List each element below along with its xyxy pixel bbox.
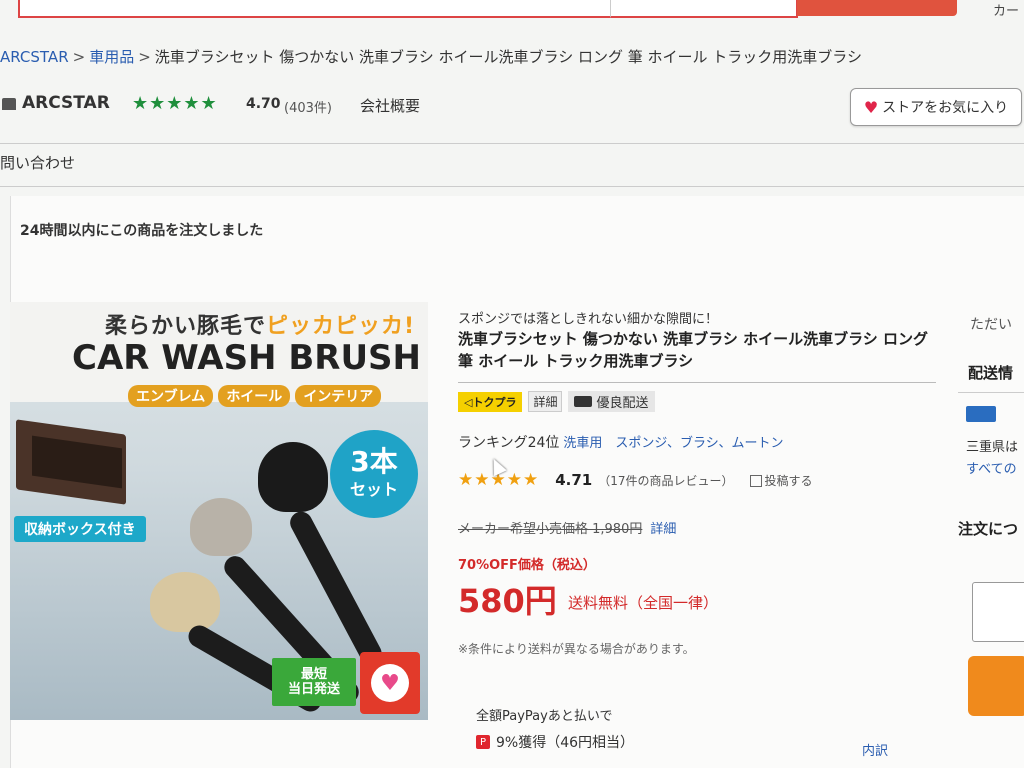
paypay-reward-text: 9%獲得（46円相当） — [496, 735, 635, 751]
feature-tag: エンブレム — [128, 385, 214, 407]
product-rating: ★★★★★ 4.71 （17件の商品レビュー） 投稿する — [458, 470, 813, 490]
shipping-info: 送料無料（全国一律） — [568, 594, 719, 612]
feature-tag: インテリア — [295, 385, 382, 407]
cart-link[interactable]: カー — [993, 0, 1019, 19]
tokupura-badge[interactable]: ◁トクプラ — [458, 391, 523, 412]
paypay-label: 全額PayPayあと払いで — [476, 709, 613, 724]
search-input[interactable] — [18, 0, 612, 18]
catch-copy: スポンジでは落としきれない細かな隙間に！ — [458, 312, 719, 327]
same-day-shipping-badge: 最短 当日発送 — [272, 658, 356, 706]
tagline-text: 柔らかい豚毛で — [105, 314, 267, 339]
badge-row: ◁トクプラ 詳細 優良配送 — [458, 391, 655, 412]
breadcrumb-category[interactable]: 車用品 — [89, 48, 134, 66]
shipping-note: ※条件により送料が異なる場合があります。 — [458, 642, 695, 656]
tagline-accent: ピッカピッカ! — [266, 314, 416, 339]
feature-tags: エンブレム ホイール インテリア — [128, 385, 382, 407]
price: 580円 — [458, 582, 557, 620]
list-price-detail-link[interactable]: 詳細 — [650, 522, 676, 537]
brush-bristle-gray — [190, 498, 252, 556]
image-title: CAR WASH BRUSH — [72, 338, 421, 378]
paypay-reward: P 9%獲得（46円相当） — [476, 732, 634, 752]
list-price: メーカー希望小売価格 1,980円 詳細 — [458, 518, 676, 537]
breadcrumb-separator: > — [72, 48, 86, 66]
breadcrumb-separator: > — [138, 48, 151, 66]
set-count: 3本 — [350, 445, 398, 478]
delivery-region: 三重県は — [966, 440, 1019, 455]
ship-badge-line2: 当日発送 — [287, 682, 340, 697]
truck-icon — [574, 396, 593, 407]
divider — [458, 382, 936, 383]
company-info-link[interactable]: 会社概要 — [360, 95, 420, 116]
store-bar: ARCSTAR ★★★★★ 4.70 (403件) 会社概要 ♥ ストアをお気に… — [0, 88, 1024, 128]
set-count-badge: 3本 セット — [330, 430, 418, 518]
all-regions-link[interactable]: すべての — [966, 458, 1017, 477]
truck-icon — [966, 406, 996, 422]
sidebar-text: ただい — [970, 317, 1012, 333]
order-section-title: 注文につ — [958, 520, 1019, 538]
set-label: セット — [349, 480, 398, 499]
search-bar: カー — [0, 0, 1024, 24]
heart-icon: ♥ — [371, 664, 409, 702]
brush-bristle-tan — [150, 572, 220, 632]
store-icon — [2, 98, 16, 110]
store-name[interactable]: ARCSTAR — [22, 93, 110, 113]
recent-order-notice: 24時間以内にこの商品を注文しました — [20, 223, 264, 239]
breadcrumb-current: 洗車ブラシセット 傷つかない 洗車ブラシ ホイール洗車ブラシ ロング 筆 ホイー… — [154, 48, 862, 66]
product-review-count[interactable]: （17件の商品レビュー） — [598, 472, 733, 489]
inquiry-link[interactable]: 問い合わせ — [0, 152, 75, 173]
breadcrumb: ARCSTAR > 車用品 > 洗車ブラシセット 傷つかない 洗車ブラシ ホイール洗車ブ… — [0, 46, 862, 67]
ranking-text: ランキング24位 — [458, 435, 560, 451]
excellent-delivery-label: 優良配送 — [596, 396, 649, 411]
tokupura-detail-link[interactable]: 詳細 — [528, 391, 563, 412]
favorite-store-label: ストアをお気に入り — [882, 100, 1009, 116]
excellent-delivery-badge: 優良配送 — [568, 391, 655, 412]
page: カー ARCSTAR > 車用品 > 洗車ブラシセット 傷つかない 洗車ブラシ ホイール… — [0, 0, 1024, 768]
reward-breakdown-link[interactable]: 内訳 — [862, 740, 888, 759]
purchase-sidebar: ただい 配送情 三重県は すべての 注文につ — [958, 300, 1024, 768]
post-review-link[interactable]: 投稿する — [749, 472, 813, 489]
delivery-info-title: 配送情 — [968, 364, 1014, 382]
product-rating-value: 4.71 — [555, 471, 593, 489]
pencil-icon — [749, 475, 762, 487]
heart-icon: ♥ — [863, 97, 879, 117]
product-image[interactable]: 柔らかい豚毛でピッカピッカ! CAR WASH BRUSH エンブレム ホイール… — [10, 302, 428, 720]
brush-bristle-black — [258, 442, 328, 512]
storage-box-label: 収納ボックス付き — [14, 516, 146, 542]
heart-badge: ♥ — [360, 652, 420, 714]
divider — [958, 392, 1024, 393]
discount-label: 70%OFF価格（税込） — [458, 558, 596, 573]
product-title: 洗車ブラシセット 傷つかない 洗車ブラシ ホイール洗車ブラシ ロング 筆 ホイー… — [458, 330, 928, 370]
image-tagline: 柔らかい豚毛でピッカピッカ! — [105, 308, 415, 340]
store-rating-stars: ★★★★★ — [132, 93, 218, 114]
breadcrumb-store[interactable]: ARCSTAR — [0, 48, 69, 66]
quantity-input[interactable] — [972, 582, 1024, 642]
list-price-value: メーカー希望小売価格 1,980円 — [458, 522, 643, 537]
ranking-category-link[interactable]: 洗車用 スポンジ、ブラシ、ムートン — [563, 436, 783, 451]
divider — [0, 186, 1024, 187]
feature-tag: ホイール — [218, 385, 291, 407]
add-to-cart-button[interactable] — [968, 656, 1024, 716]
ranking: ランキング24位 洗車用 スポンジ、ブラシ、ムートン — [458, 432, 784, 452]
ship-badge-line1: 最短 — [300, 667, 327, 682]
search-button[interactable] — [797, 0, 957, 16]
search-category-select[interactable] — [610, 0, 798, 18]
divider — [0, 143, 1024, 144]
paypay-icon: P — [476, 735, 490, 749]
store-review-count[interactable]: (403件) — [284, 97, 332, 116]
post-review-label: 投稿する — [764, 473, 813, 488]
favorite-store-button[interactable]: ♥ ストアをお気に入り — [850, 88, 1022, 126]
store-rating-value: 4.70 — [246, 96, 281, 112]
